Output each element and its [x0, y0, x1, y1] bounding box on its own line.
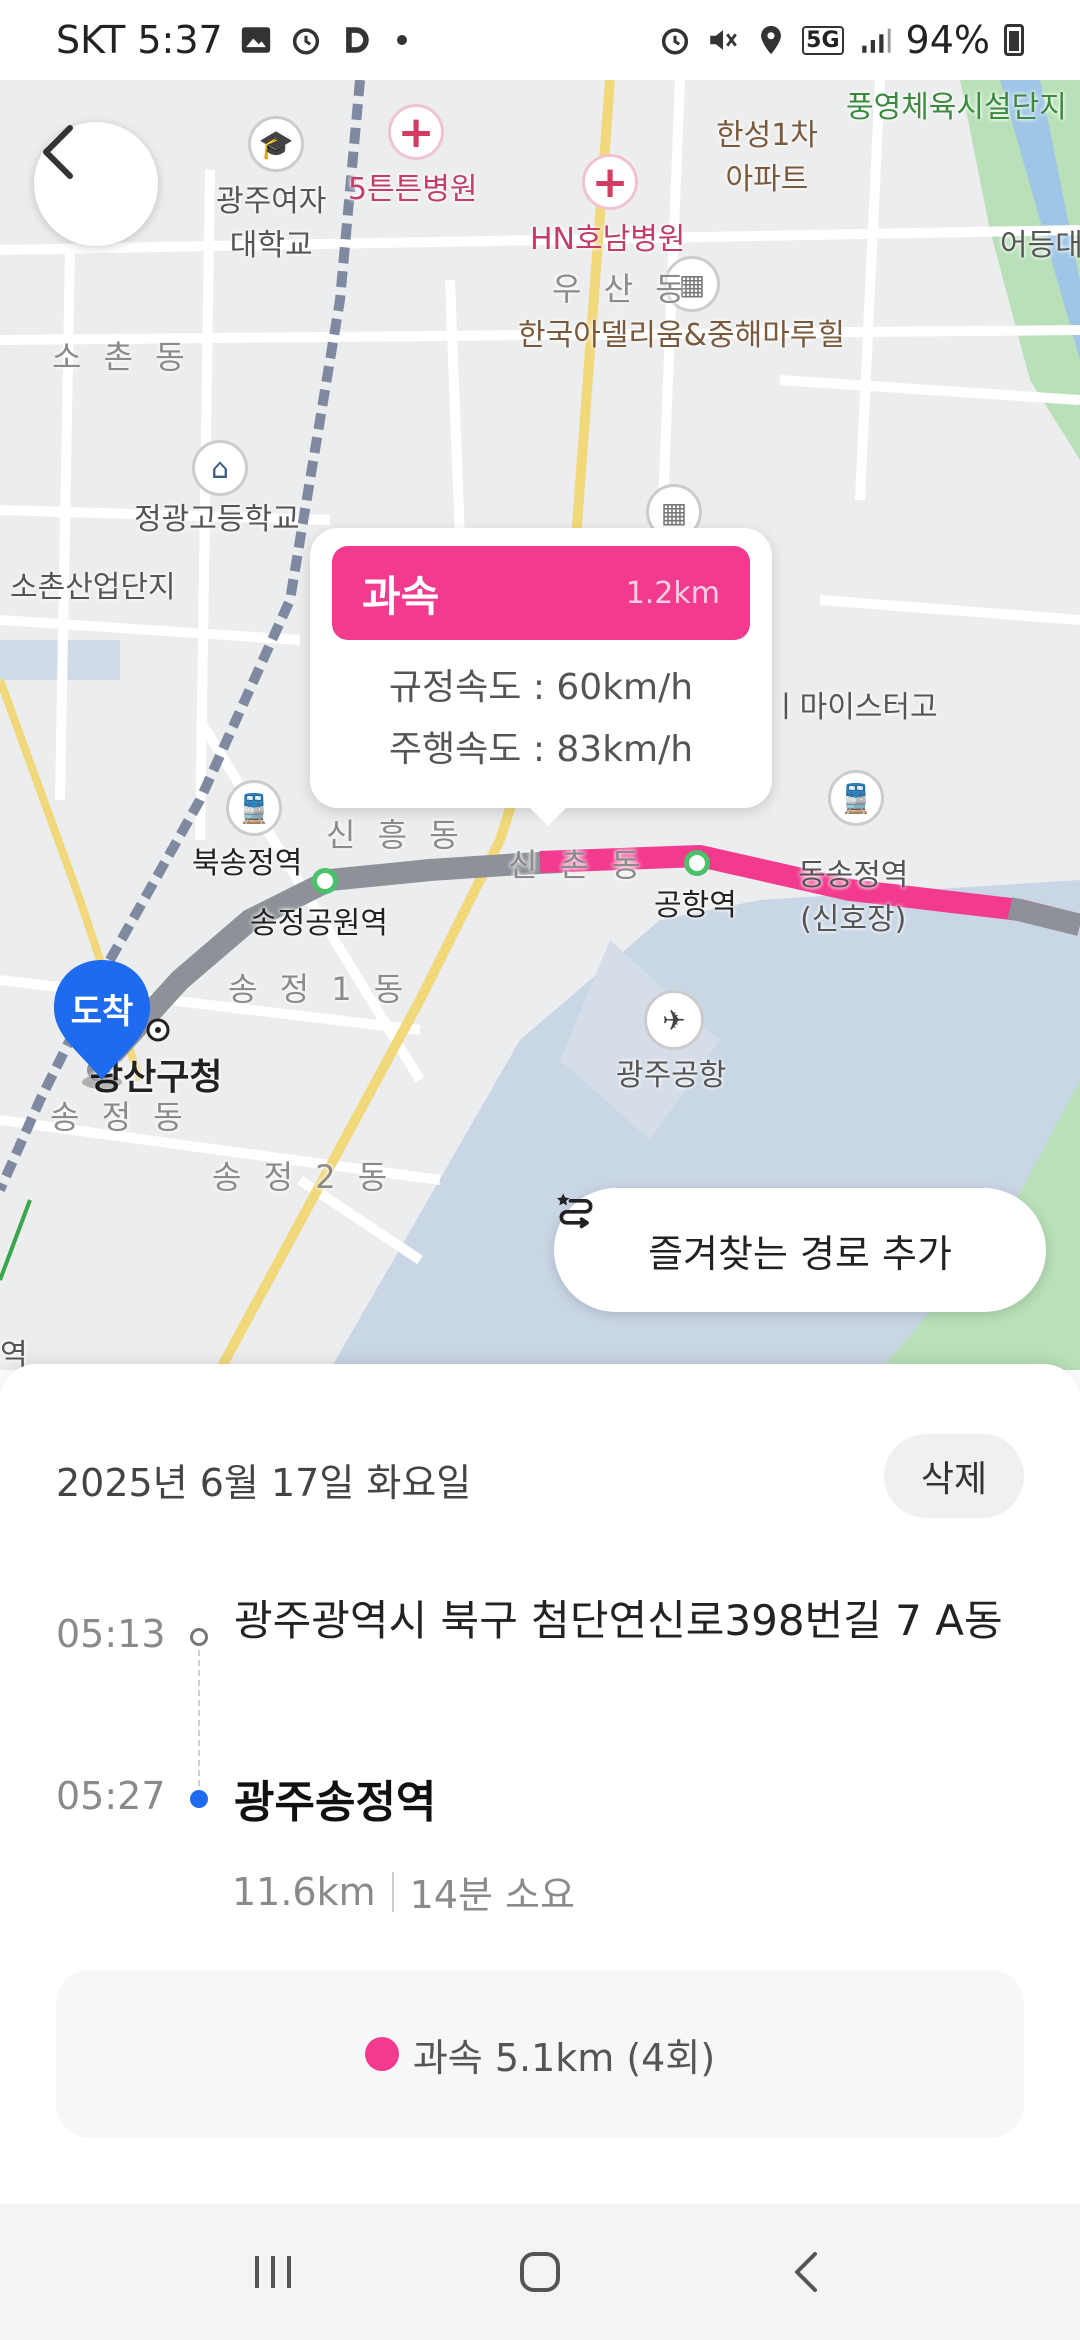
speeding-summary-text: 과속 5.1km (4회) — [412, 2035, 716, 2080]
battery-icon — [1004, 24, 1024, 56]
recents-button[interactable] — [233, 2232, 313, 2312]
map-label-sochon-industrial: 소촌산업단지 — [10, 570, 176, 605]
map-label-songjeong-dong: 송 정 동 — [50, 1098, 189, 1136]
d-app-icon — [345, 27, 369, 53]
trip-date: 2025년 6월 17일 화요일 — [56, 1461, 472, 1505]
map-label-songjeong2: 송 정 2 동 — [212, 1158, 394, 1196]
station-marker — [312, 868, 338, 894]
system-nav-bar — [0, 2204, 1080, 2340]
map-label-songjeong-park: 송정공원역 — [250, 906, 388, 941]
alarm-icon — [292, 28, 319, 55]
map-label-meister-school: ㅣ마이스터고 — [772, 690, 938, 725]
trip-summary: 11.6km 14분 소요 — [232, 1864, 575, 1919]
map-label-sochon: 소 촌 동 — [52, 338, 191, 376]
trip-duration: 14분 소요 — [409, 1873, 575, 1917]
map-label-buksongjeong: 북송정역 — [192, 846, 303, 881]
alarm-icon — [662, 28, 689, 55]
network-badge: 5G — [802, 25, 844, 55]
battery-percent: 94% — [905, 18, 990, 62]
nav-back-button[interactable] — [767, 2232, 847, 2312]
hospital-icon: + — [582, 154, 638, 210]
map-label-apartment-2: 한국아델리움&중해마루힐 — [518, 318, 845, 353]
destination-marker — [190, 1790, 208, 1808]
recents-icon — [255, 2256, 292, 2288]
tooltip-title: 과속 — [362, 571, 440, 621]
speeding-summary-box: 과속 5.1km (4회) — [56, 1970, 1024, 2138]
speeding-tooltip: 과속 1.2km 규정속도 : 60km/h 주행속도 : 83km/h — [310, 528, 772, 826]
map-label-eodeung: 어등대 — [1000, 228, 1080, 263]
notification-dot-icon — [396, 35, 407, 45]
map-label-apartment-1: 한성1차 아파트 — [716, 118, 818, 197]
train-icon: 🚆 — [828, 770, 884, 826]
map-label-gwangju-airport: 광주공항 — [616, 1058, 727, 1093]
mute-icon — [710, 30, 738, 50]
timeline-connector — [198, 1650, 200, 1786]
origin-address: 광주광역시 북구 첨단연신로398번길 7 A동 — [234, 1596, 1003, 1645]
trip-detail-sheet: 2025년 6월 17일 화요일 삭제 05:13 광주광역시 북구 첨단연신로… — [0, 1364, 1080, 2204]
location-icon — [761, 25, 782, 55]
home-icon — [519, 2252, 560, 2292]
tooltip-header: 과속 1.2km — [332, 546, 750, 640]
origin-marker — [190, 1628, 208, 1646]
map-label-hospital-2: HN호남병원 — [530, 222, 686, 257]
driving-speed-text: 주행속도 : 83km/h — [388, 729, 694, 770]
status-bar: SKT 5:37 5G 94% — [0, 0, 1080, 80]
school-icon: ⌂ — [192, 440, 248, 496]
status-right: 5G 94% — [658, 18, 1024, 62]
map-label-sports-facility: 풍영체육시설단지 — [846, 90, 1067, 125]
add-favorite-route-button[interactable]: 즐겨찾는 경로 추가 — [554, 1188, 1046, 1312]
destination-name: 광주송정역 — [234, 1777, 437, 1828]
map[interactable]: 🎓 + + ▦ ⌂ ▦ 🚆 🚆 ✈ 광주여자 대학교 5튼튼병원 HN호남병원 … — [0, 80, 1080, 1370]
delete-button[interactable]: 삭제 — [884, 1434, 1024, 1518]
airport-icon: ✈ — [644, 990, 704, 1050]
add-favorite-route-label: 즐겨찾는 경로 추가 — [648, 1231, 952, 1276]
map-label-dongsongjeong: 동송정역 (신호장) — [798, 858, 909, 937]
map-label-airport-station: 공항역 — [654, 888, 737, 923]
map-label-usan: 우 산 동 — [552, 270, 691, 308]
chevron-left-icon — [43, 125, 73, 179]
home-button[interactable] — [500, 2232, 580, 2312]
back-button[interactable] — [34, 122, 158, 246]
origin-time: 05:13 — [56, 1612, 166, 1656]
status-left: SKT 5:37 — [56, 18, 407, 62]
map-label-songjeong1: 송 정 1 동 — [228, 970, 410, 1008]
carrier-time: SKT 5:37 — [56, 18, 223, 62]
destination-pin-label: 도착 — [70, 992, 134, 1032]
hospital-icon: + — [388, 104, 444, 160]
map-label-station-edge: 역 — [0, 1338, 28, 1370]
map-label-womens-univ: 광주여자 대학교 — [216, 184, 327, 263]
tooltip-distance: 1.2km — [625, 575, 720, 611]
summary-divider — [391, 1871, 394, 1912]
trip-distance: 11.6km — [232, 1869, 376, 1914]
map-label-sinheung: 신 흥 동 — [326, 816, 465, 854]
gallery-icon — [241, 27, 270, 53]
map-label-hospital-1: 5튼튼병원 — [348, 172, 478, 207]
destination-time: 05:27 — [56, 1774, 166, 1818]
destination-pin[interactable]: 도착 — [50, 956, 170, 1096]
map-label-jeonggwang-school: 정광고등학교 — [134, 502, 300, 537]
university-icon: 🎓 — [248, 116, 304, 172]
speed-limit-text: 규정속도 : 60km/h — [388, 667, 694, 708]
signal-icon — [861, 28, 891, 53]
speeding-dot-icon — [364, 2037, 399, 2071]
station-marker — [684, 850, 710, 876]
route-star-icon — [556, 1193, 593, 1229]
back-icon — [794, 2252, 817, 2292]
map-label-sinchon: 신 촌 동 — [508, 846, 647, 884]
train-icon: 🚆 — [226, 780, 282, 836]
